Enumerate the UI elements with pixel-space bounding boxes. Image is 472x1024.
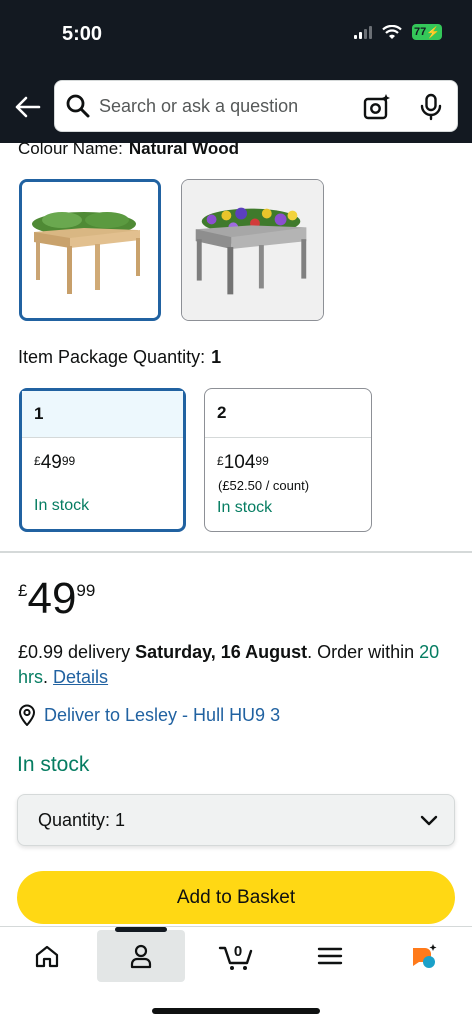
search-input[interactable] (99, 95, 349, 117)
quantity-option-price: £49 99 (34, 452, 183, 474)
quantity-option-title: 2 (205, 389, 371, 438)
package-quantity-line: Item Package Quantity: 1 (18, 347, 221, 368)
location-pin-icon (18, 704, 36, 726)
signal-icon (354, 25, 372, 39)
camera-lens-icon[interactable] (363, 93, 391, 121)
price-fraction: 99 (76, 581, 96, 600)
package-quantity-value: 1 (211, 347, 222, 367)
quantity-dropdown[interactable]: Quantity: 1 (17, 794, 455, 846)
price-currency: £ (217, 454, 224, 468)
back-arrow-icon[interactable] (12, 93, 42, 121)
quantity-option-1[interactable]: 1 £49 99 In stock (19, 388, 186, 532)
home-indicator (152, 1008, 320, 1014)
delivery-date: Saturday, 16 August (135, 642, 308, 662)
battery-icon: 77 ⚡ (412, 24, 442, 40)
swatch-natural-wood[interactable] (19, 179, 161, 321)
home-icon (35, 945, 59, 968)
status-icons: 77 ⚡ (354, 24, 442, 40)
quantity-option-stock: In stock (34, 497, 90, 514)
price-fraction: 99 (255, 454, 269, 468)
details-link[interactable]: Details (53, 667, 108, 687)
rufus-assistant-icon (413, 944, 437, 968)
delivery-sep: . (43, 667, 54, 687)
search-icon (66, 94, 90, 118)
price-currency: £ (34, 454, 41, 468)
microphone-icon[interactable] (419, 93, 443, 121)
hamburger-menu-icon (317, 947, 343, 965)
delivery-info: £0.99 delivery Saturday, 16 August. Orde… (18, 640, 458, 690)
swatch-grey[interactable] (181, 179, 324, 321)
status-time: 5:00 (62, 23, 103, 45)
quantity-option-stock: In stock (217, 499, 273, 516)
quantity-option-title: 1 (22, 391, 183, 438)
deliver-to-link[interactable]: Deliver to Lesley - Hull HU9 3 (17, 704, 280, 726)
deliver-to-text: Deliver to Lesley - Hull HU9 3 (44, 704, 281, 725)
quantity-option-2[interactable]: 2 £104 99 (£52.50 / count) In stock (204, 388, 372, 532)
chevron-down-icon (420, 815, 438, 826)
nav-cart[interactable]: 0 (192, 931, 280, 981)
add-to-basket-button[interactable]: Add to Basket (17, 871, 455, 924)
person-icon (130, 944, 152, 969)
delivery-cost: £0.99 delivery (18, 642, 136, 662)
colour-value: Natural Wood (128, 139, 240, 158)
price-whole: 49 (27, 574, 77, 623)
wifi-icon (382, 24, 402, 39)
package-quantity-label: Item Package Quantity: (18, 347, 206, 367)
grey-planter-image (182, 180, 323, 320)
battery-level: 77 (414, 26, 427, 38)
price-whole: 49 (40, 452, 62, 473)
stock-status: In stock (17, 753, 90, 776)
price-fraction: 99 (61, 454, 76, 468)
section-divider (0, 551, 472, 553)
nav-rufus[interactable] (380, 931, 468, 981)
colour-name-line: Colour Name: Natural Wood (18, 139, 239, 159)
quantity-dropdown-value: Quantity: 1 (38, 809, 126, 830)
nav-home[interactable] (3, 931, 91, 981)
product-price: £49 99 (18, 575, 95, 621)
price-currency: £ (18, 581, 28, 600)
cart-icon: 0 (218, 943, 253, 970)
quantity-option-unit-price: (£52.50 / count) (218, 478, 310, 493)
cart-count: 0 (234, 943, 242, 960)
delivery-middle: . Order within (307, 642, 420, 662)
quantity-option-price: £104 99 (217, 452, 371, 474)
natural-wood-planter-image (22, 182, 158, 318)
colour-label: Colour Name: (18, 139, 123, 158)
nav-menu[interactable] (286, 931, 374, 981)
search-bar[interactable] (54, 80, 458, 132)
top-header: 5:00 77 ⚡ (0, 0, 472, 143)
price-whole: 104 (223, 452, 256, 473)
nav-account[interactable] (97, 927, 185, 982)
